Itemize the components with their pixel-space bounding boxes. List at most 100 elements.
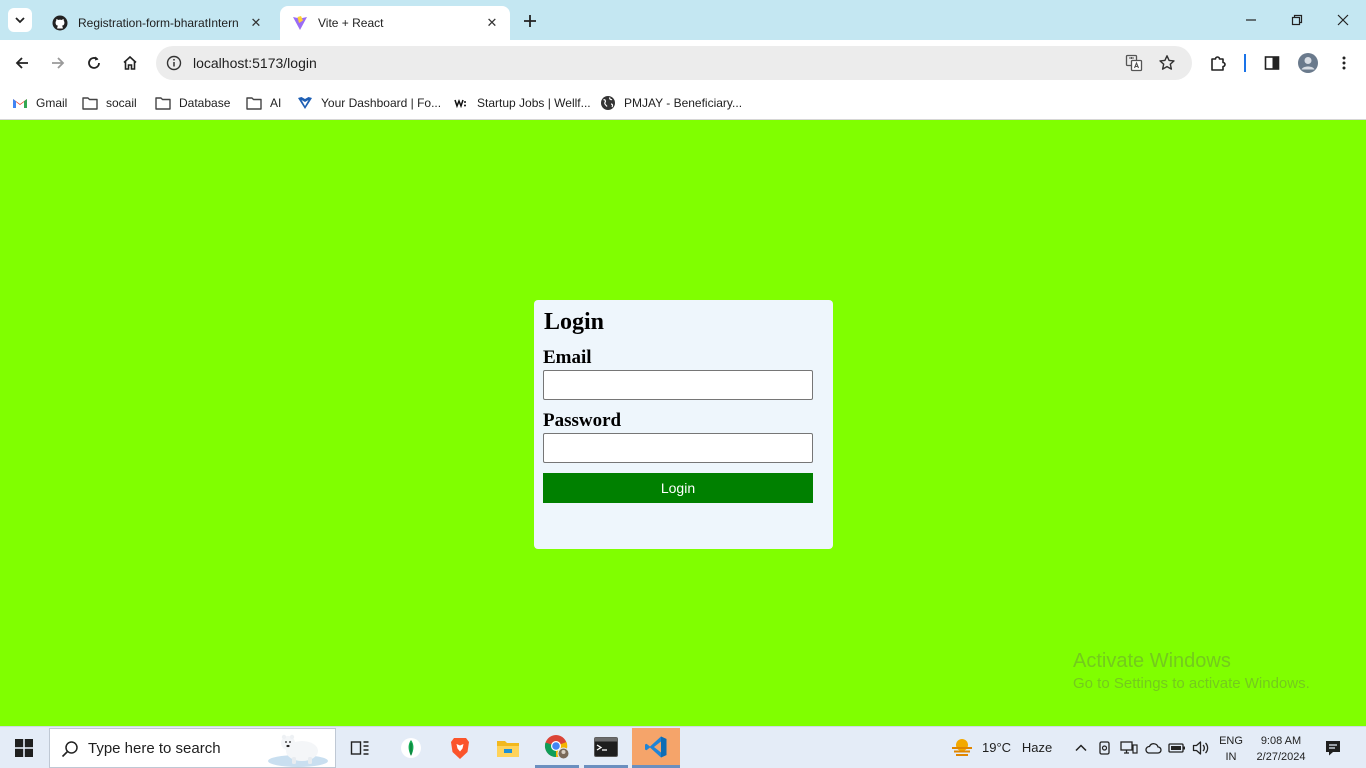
bookmark-label: Database xyxy=(179,96,231,110)
taskbar-chrome[interactable] xyxy=(535,728,579,768)
bookmark-pmjay[interactable]: PMJAY - Beneficiary... xyxy=(600,92,742,114)
weather-temp: 19°C xyxy=(982,740,1012,755)
reload-icon xyxy=(88,56,100,69)
taskbar-vscode[interactable] xyxy=(632,728,680,768)
folder-icon xyxy=(155,95,171,111)
weather-condition: Haze xyxy=(1021,740,1053,755)
tray-battery[interactable] xyxy=(1168,739,1186,757)
show-hidden-icons-button[interactable] xyxy=(1072,739,1090,757)
address-url[interactable]: localhost:5173/login xyxy=(193,55,317,71)
taskbar-mongodb-compass[interactable] xyxy=(389,728,433,768)
bookmark-label: Gmail xyxy=(36,96,68,110)
bookmark-startup-jobs[interactable]: Startup Jobs | Wellf... xyxy=(453,92,591,114)
task-view-icon xyxy=(350,741,369,755)
reload-button[interactable] xyxy=(80,49,108,77)
browser-tab-strip: Registration-form-bharatIntern ✕ Vite + … xyxy=(0,0,1366,40)
dashboard-favicon xyxy=(297,95,313,111)
vscode-icon xyxy=(645,736,667,757)
profile-avatar[interactable] xyxy=(1294,49,1322,77)
bookmark-folder-ai[interactable]: AI xyxy=(246,92,281,114)
battery-icon xyxy=(1168,743,1185,753)
back-button[interactable] xyxy=(8,49,36,77)
side-panel-icon xyxy=(1264,56,1280,70)
vite-icon xyxy=(292,15,308,31)
puzzle-icon xyxy=(1211,56,1226,71)
email-field[interactable] xyxy=(543,370,813,400)
activate-windows-watermark: Activate Windows Go to Settings to activ… xyxy=(1073,650,1310,692)
bookmark-dashboard[interactable]: Your Dashboard | Fo... xyxy=(297,92,441,114)
gmail-icon xyxy=(12,95,28,111)
browser-toolbar: localhost:5173/login xyxy=(0,40,1366,86)
translate-icon[interactable] xyxy=(1124,53,1144,73)
input-language-indicator[interactable]: ENG IN xyxy=(1218,733,1244,765)
close-icon xyxy=(1337,14,1349,26)
clock-date: 2/27/2024 xyxy=(1256,751,1306,763)
notification-icon xyxy=(1326,741,1340,756)
system-clock[interactable]: 9:08 AM 2/27/2024 xyxy=(1252,733,1310,765)
bookmark-folder-socail[interactable]: socail xyxy=(82,92,137,114)
speaker-icon xyxy=(1192,741,1209,755)
arrow-left-icon xyxy=(15,57,28,69)
window-minimize-button[interactable] xyxy=(1228,0,1274,40)
taskbar-search-box[interactable]: Type here to search xyxy=(49,728,336,768)
window-close-button[interactable] xyxy=(1320,0,1366,40)
new-tab-button[interactable] xyxy=(518,10,542,32)
taskbar-task-view[interactable] xyxy=(338,728,382,768)
address-bar[interactable]: localhost:5173/login xyxy=(156,46,1192,80)
bookmark-folder-database[interactable]: Database xyxy=(155,92,230,114)
tray-network-display[interactable] xyxy=(1120,739,1138,757)
display-icon xyxy=(1120,741,1138,754)
tab-registration-form[interactable]: Registration-form-bharatIntern ✕ xyxy=(40,6,274,40)
window-restore-button[interactable] xyxy=(1274,0,1320,40)
tray-meet-now[interactable] xyxy=(1096,739,1114,757)
home-button[interactable] xyxy=(116,49,144,77)
side-panel-button[interactable] xyxy=(1258,49,1286,77)
site-info-icon[interactable] xyxy=(164,53,184,73)
plus-icon xyxy=(524,15,536,27)
start-button[interactable] xyxy=(0,727,48,768)
weather-readout[interactable]: 19°C Haze xyxy=(982,740,1052,755)
tray-onedrive[interactable] xyxy=(1144,739,1162,757)
tab-close-icon[interactable]: ✕ xyxy=(248,15,264,31)
minimize-icon xyxy=(1246,19,1256,21)
tab-vite-react[interactable]: Vite + React ✕ xyxy=(280,6,510,40)
arrow-right-icon xyxy=(52,57,65,69)
terminal-icon xyxy=(594,736,618,757)
login-card: Login Email Password Login xyxy=(534,300,833,549)
github-icon xyxy=(52,15,68,31)
folder-icon xyxy=(246,95,262,111)
notification-center-button[interactable] xyxy=(1322,737,1344,759)
clock-time: 9:08 AM xyxy=(1260,735,1302,747)
taskbar-brave[interactable] xyxy=(438,728,482,768)
camera-icon xyxy=(1099,741,1110,755)
tab-search-button[interactable] xyxy=(8,8,32,32)
password-label: Password xyxy=(543,410,622,431)
taskbar-terminal[interactable] xyxy=(584,728,628,768)
tab-close-icon[interactable]: ✕ xyxy=(484,15,500,31)
browser-menu-button[interactable] xyxy=(1330,49,1358,77)
mongodb-icon xyxy=(401,738,421,758)
page-viewport: Login Email Password Login xyxy=(0,120,1366,726)
forward-button[interactable] xyxy=(44,49,72,77)
home-icon xyxy=(123,55,137,70)
windows-logo-icon xyxy=(15,739,33,757)
polar-bear-highlight-icon xyxy=(268,729,336,767)
tray-volume[interactable] xyxy=(1192,739,1210,757)
restore-icon xyxy=(1291,14,1303,26)
taskbar-file-explorer[interactable] xyxy=(486,728,530,768)
extensions-button[interactable] xyxy=(1204,49,1232,77)
chevron-down-icon xyxy=(15,17,25,24)
bookmark-star-icon[interactable] xyxy=(1157,53,1177,73)
bookmark-gmail[interactable]: Gmail xyxy=(12,92,67,114)
cloud-icon xyxy=(1145,743,1162,754)
toolbar-divider xyxy=(1244,54,1246,72)
language-region: IN xyxy=(1225,751,1237,763)
wellfound-favicon xyxy=(453,95,469,111)
login-button[interactable]: Login xyxy=(543,473,813,503)
avatar-icon xyxy=(1298,53,1318,73)
taskbar: Type here to search 19°C Haze ENG IN 9:0… xyxy=(0,726,1366,768)
chevron-up-icon xyxy=(1075,744,1087,752)
kebab-menu-icon xyxy=(1342,56,1346,70)
password-field[interactable] xyxy=(543,433,813,463)
weather-haze-icon xyxy=(952,739,972,756)
